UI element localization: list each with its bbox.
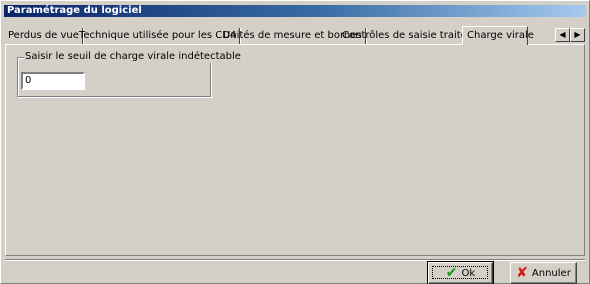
ok-button[interactable]: ✔ Ok	[427, 261, 494, 284]
arrow-right-icon: ▶	[574, 30, 581, 39]
threshold-group-label: Saisir le seuil de charge virale indétec…	[24, 51, 242, 63]
settings-dialog: Paramétrage du logiciel Perdus de vue Te…	[0, 0, 590, 284]
footer-divider	[5, 259, 585, 261]
tab-charge-virale[interactable]: Charge virale	[462, 26, 534, 45]
window-title: Paramétrage du logiciel	[4, 5, 586, 17]
tab-panel-charge-virale: Saisir le seuil de charge virale indétec…	[5, 44, 585, 256]
arrow-left-icon: ◀	[559, 30, 566, 39]
focus-rectangle	[432, 266, 488, 279]
tab-technique-cd4[interactable]: Technique utilisée pour les CD4	[76, 28, 241, 44]
tab-scroll-right-button[interactable]: ▶	[570, 28, 585, 42]
cross-icon: ✘	[516, 265, 528, 281]
tab-perdus-de-vue[interactable]: Perdus de vue	[5, 28, 83, 44]
cancel-button[interactable]: ✘ Annuler	[510, 262, 577, 284]
tab-scroll-left-button[interactable]: ◀	[555, 28, 570, 42]
tab-strip: Perdus de vue Technique utilisée pour le…	[5, 26, 585, 45]
cancel-button-label: Annuler	[531, 267, 571, 279]
viral-load-threshold-input[interactable]: 0	[21, 72, 85, 90]
